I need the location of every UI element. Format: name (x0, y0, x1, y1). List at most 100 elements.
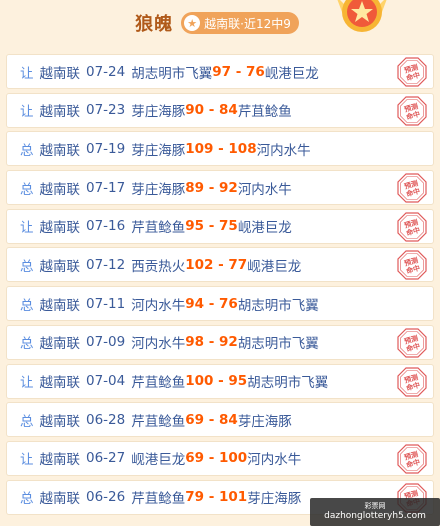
bet-type-tag: 总 (20, 491, 34, 508)
league-name: 越南联 (39, 336, 81, 353)
match-date: 07-17 (86, 179, 126, 196)
bet-type-tag: 总 (20, 336, 34, 353)
records-list: 让越南联 07-24 胡志明市飞翼 97 - 76 岘港巨龙 预测 命中让越南联 07-23 芽… (6, 54, 434, 518)
record-row[interactable]: 总越南联 07-11 河内水牛 94 - 76 胡志明市飞翼 (6, 286, 434, 322)
match-date: 07-19 (86, 140, 126, 157)
home-team: 芹苴鲶鱼 (131, 220, 186, 237)
match-date: 07-04 (86, 373, 126, 389)
home-team: 芹苴鲶鱼 (131, 413, 186, 430)
home-team: 芽庄海豚 (131, 181, 186, 198)
home-team: 河内水牛 (131, 297, 186, 314)
bet-type-tag: 总 (20, 413, 34, 430)
match-date: 06-26 (86, 489, 126, 506)
league-name: 越南联 (39, 258, 81, 275)
match-date: 06-28 (86, 411, 126, 428)
home-team: 岘港巨龙 (131, 452, 186, 469)
away-team: 胡志明市飞翼 (247, 375, 329, 391)
expert-name: 狼魄 (135, 14, 174, 35)
home-team: 芽庄海豚 (131, 142, 186, 159)
league-name: 越南联 (39, 452, 81, 469)
record-row[interactable]: 让越南联 07-24 胡志明市飞翼 97 - 76 岘港巨龙 预测 命中 (6, 54, 434, 89)
home-team: 芹苴鲶鱼 (131, 491, 186, 508)
away-team: 芽庄海豚 (237, 413, 292, 430)
match-score: 97 - 76 (212, 63, 265, 80)
match-score: 90 - 84 (185, 102, 238, 119)
bet-type-tag: 让 (20, 104, 34, 121)
match-score: 98 - 92 (185, 334, 238, 351)
match-score: 95 - 75 (185, 218, 238, 235)
hit-stamp-icon: 预测命中 (397, 366, 427, 397)
hit-stamp-icon: 预测命中 (397, 444, 427, 474)
away-team: 胡志明市飞翼 (237, 336, 319, 353)
record-row[interactable]: 让越南联 06-27 岘港巨龙 69 - 100 河内水牛 预测 命中 (6, 440, 434, 476)
home-team: 芽庄海豚 (131, 104, 186, 121)
bet-type-tag: 让 (20, 375, 34, 391)
home-team: 西贡热火 (131, 258, 186, 275)
league-name: 越南联 (39, 297, 81, 314)
match-date: 07-11 (86, 295, 126, 312)
league-name: 越南联 (39, 142, 81, 159)
away-team: 岘港巨龙 (264, 65, 319, 82)
watermark-url: dazhonglotteryh5.com (324, 511, 426, 521)
home-team: 芹苴鲶鱼 (131, 375, 186, 391)
league-name: 越南联 (39, 104, 81, 121)
home-team: 胡志明市飞翼 (131, 65, 213, 82)
league-name: 越南联 (39, 220, 81, 237)
bet-type-tag: 让 (20, 65, 34, 82)
record-row[interactable]: 让越南联 07-16 芹苴鲶鱼 95 - 75 岘港巨龙 预测 命中 (6, 208, 434, 244)
record-row[interactable]: 总越南联 07-12 西贡热火 102 - 77 岘港巨龙 预测 命中 (6, 247, 434, 283)
league-name: 越南联 (39, 65, 81, 82)
hit-stamp-icon: 预测命中 (397, 212, 427, 242)
record-row[interactable]: 总越南联 07-19 芽庄海豚 109 - 108 河内水牛 (6, 131, 434, 167)
hit-stamp-icon: 预测命中 (397, 328, 427, 358)
away-team: 芹苴鲶鱼 (237, 104, 292, 121)
away-team: 胡志明市飞翼 (237, 297, 319, 314)
away-team: 河内水牛 (256, 142, 311, 159)
bet-type-tag: 总 (20, 181, 34, 198)
away-team: 岘港巨龙 (237, 220, 292, 237)
match-score: 100 - 95 (185, 373, 248, 389)
away-team: 河内水牛 (237, 181, 292, 198)
league-name: 越南联 (39, 491, 81, 508)
bet-type-tag: 总 (20, 297, 34, 314)
header-inner: 狼魄 ★ 越南联·近12中9 (135, 10, 299, 36)
record-badge-text: 越南联·近12中9 (204, 16, 291, 31)
record-row[interactable]: 让越南联 07-04 芹苴鲶鱼 100 - 95 胡志明市飞翼 预测 命中 (6, 363, 434, 399)
match-score: 89 - 92 (185, 179, 238, 196)
match-date: 07-24 (86, 63, 126, 80)
record-badge: ★ 越南联·近12中9 (181, 12, 299, 34)
league-name: 越南联 (39, 413, 81, 430)
bet-type-tag: 让 (20, 220, 34, 237)
match-score: 69 - 100 (185, 450, 248, 467)
bet-type-tag: 总 (20, 142, 34, 159)
league-name: 越南联 (39, 375, 81, 391)
match-date: 07-23 (86, 102, 126, 119)
hit-stamp-icon: 预测命中 (397, 96, 427, 126)
record-row[interactable]: 总越南联 06-28 芹苴鲶鱼 69 - 84 芽庄海豚 (6, 402, 434, 438)
hit-stamp-icon: 预测命中 (397, 57, 427, 87)
match-score: 102 - 77 (185, 256, 248, 273)
bet-type-tag: 总 (20, 258, 34, 275)
match-date: 06-27 (86, 450, 126, 467)
league-name: 越南联 (39, 181, 81, 198)
match-date: 07-09 (86, 334, 126, 351)
record-row[interactable]: 总越南联 07-17 芽庄海豚 89 - 92 河内水牛 预测 命中 (6, 170, 434, 206)
match-score: 79 - 101 (185, 489, 248, 506)
away-team: 河内水牛 (247, 452, 302, 469)
away-team: 岘港巨龙 (247, 258, 302, 275)
home-team: 河内水牛 (131, 336, 186, 353)
watermark-top: 彩票网 (364, 502, 386, 510)
hit-stamp-icon: 预测命中 (397, 173, 427, 203)
record-row[interactable]: 让越南联 07-23 芽庄海豚 90 - 84 芹苴鲶鱼 预测 命中 (6, 92, 434, 128)
match-date: 07-12 (86, 256, 126, 273)
bet-type-tag: 让 (20, 452, 34, 469)
watermark: 彩票网 dazhonglotteryh5.com (310, 498, 440, 526)
match-score: 94 - 76 (185, 295, 238, 312)
match-score: 69 - 84 (185, 411, 238, 428)
medal-icon (337, 0, 387, 32)
match-date: 07-16 (86, 218, 126, 235)
record-row[interactable]: 总越南联 07-09 河内水牛 98 - 92 胡志明市飞翼 预测 命中 (6, 324, 434, 360)
star-icon: ★ (184, 15, 201, 31)
away-team: 芽庄海豚 (247, 491, 302, 508)
match-score: 109 - 108 (185, 140, 257, 157)
